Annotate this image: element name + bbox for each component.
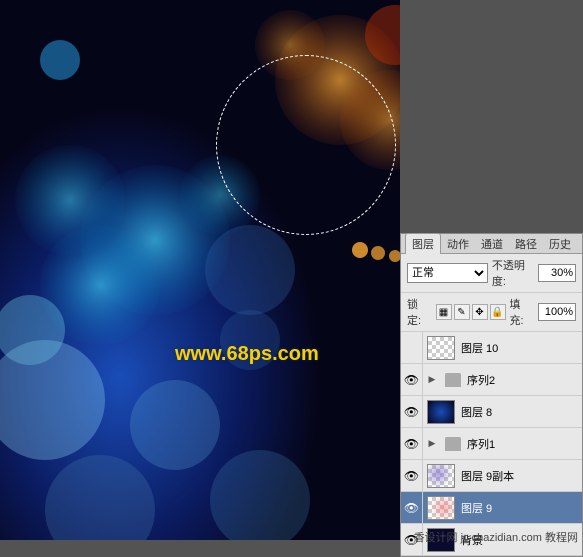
layer-name-label: 图层 9副本 — [459, 468, 582, 484]
folder-icon — [445, 437, 461, 451]
lock-paint-icon[interactable]: ✎ — [454, 304, 470, 320]
tab-history[interactable]: 历史 — [543, 234, 577, 254]
eye-icon: 👁 — [404, 437, 419, 451]
layer-name-label: 图层 8 — [459, 404, 582, 420]
blend-mode-select[interactable]: 正常 — [407, 263, 488, 283]
eye-icon: 👁 — [404, 373, 419, 387]
opacity-label: 不透明度: — [492, 257, 534, 289]
layers-panel: 图层 动作 通道 路径 历史 正常 不透明度: 锁定: ▦ ✎ ✥ 🔒 填充: … — [400, 233, 583, 557]
layer-thumbnail[interactable] — [427, 496, 455, 520]
expand-toggle[interactable]: ▶ — [423, 438, 441, 449]
layer-thumbnail[interactable] — [427, 336, 455, 360]
layer-name-label: 序列2 — [465, 372, 582, 388]
layer-thumbnail[interactable] — [427, 400, 455, 424]
layer-row[interactable]: 👁 图层 9 — [401, 492, 582, 524]
layer-list: 图层 10 👁 ▶ 序列2 👁 图层 8 👁 ▶ 序列1 👁 图层 9副本 — [401, 332, 582, 556]
lock-all-icon[interactable]: 🔒 — [490, 304, 506, 320]
blend-opacity-row: 正常 不透明度: — [401, 254, 582, 293]
eye-icon: 👁 — [404, 501, 419, 515]
visibility-toggle[interactable]: 👁 — [401, 428, 423, 459]
lock-transparency-icon[interactable]: ▦ — [436, 304, 452, 320]
canvas-area[interactable]: www.68ps.com — [0, 0, 400, 540]
layer-name-label: 序列1 — [465, 436, 582, 452]
layer-row[interactable]: 👁 图层 8 — [401, 396, 582, 428]
lock-label: 锁定: — [407, 296, 432, 328]
layer-row[interactable]: 图层 10 — [401, 332, 582, 364]
visibility-toggle[interactable]: 👁 — [401, 396, 423, 427]
opacity-input[interactable] — [538, 264, 576, 282]
visibility-toggle[interactable]: 👁 — [401, 364, 423, 395]
lock-fill-row: 锁定: ▦ ✎ ✥ 🔒 填充: — [401, 293, 582, 332]
layer-name-label: 图层 9 — [459, 500, 582, 516]
folder-icon — [445, 373, 461, 387]
layer-row[interactable]: 👁 ▶ 序列2 — [401, 364, 582, 396]
watermark-bottom: 香设计网 jc.chazidian.com 教程网 — [414, 529, 578, 545]
panel-tabs: 图层 动作 通道 路径 历史 — [401, 234, 582, 254]
tab-actions[interactable]: 动作 — [441, 234, 475, 254]
lock-icons: ▦ ✎ ✥ 🔒 — [436, 304, 506, 320]
visibility-toggle[interactable]: 👁 — [401, 460, 423, 491]
layer-row[interactable]: 👁 图层 9副本 — [401, 460, 582, 492]
eye-icon: 👁 — [404, 405, 419, 419]
visibility-toggle[interactable] — [401, 332, 423, 363]
tab-layers[interactable]: 图层 — [405, 233, 441, 254]
watermark-main: www.68ps.com — [175, 343, 319, 366]
fill-input[interactable] — [538, 303, 576, 321]
lock-position-icon[interactable]: ✥ — [472, 304, 488, 320]
tab-paths[interactable]: 路径 — [509, 234, 543, 254]
expand-toggle[interactable]: ▶ — [423, 374, 441, 385]
eye-icon: 👁 — [404, 469, 419, 483]
layer-thumbnail[interactable] — [427, 464, 455, 488]
tab-channels[interactable]: 通道 — [475, 234, 509, 254]
fill-label: 填充: — [510, 296, 535, 328]
selection-marquee — [216, 55, 396, 235]
layer-name-label: 图层 10 — [459, 340, 582, 356]
layer-row[interactable]: 👁 ▶ 序列1 — [401, 428, 582, 460]
visibility-toggle[interactable]: 👁 — [401, 492, 423, 523]
